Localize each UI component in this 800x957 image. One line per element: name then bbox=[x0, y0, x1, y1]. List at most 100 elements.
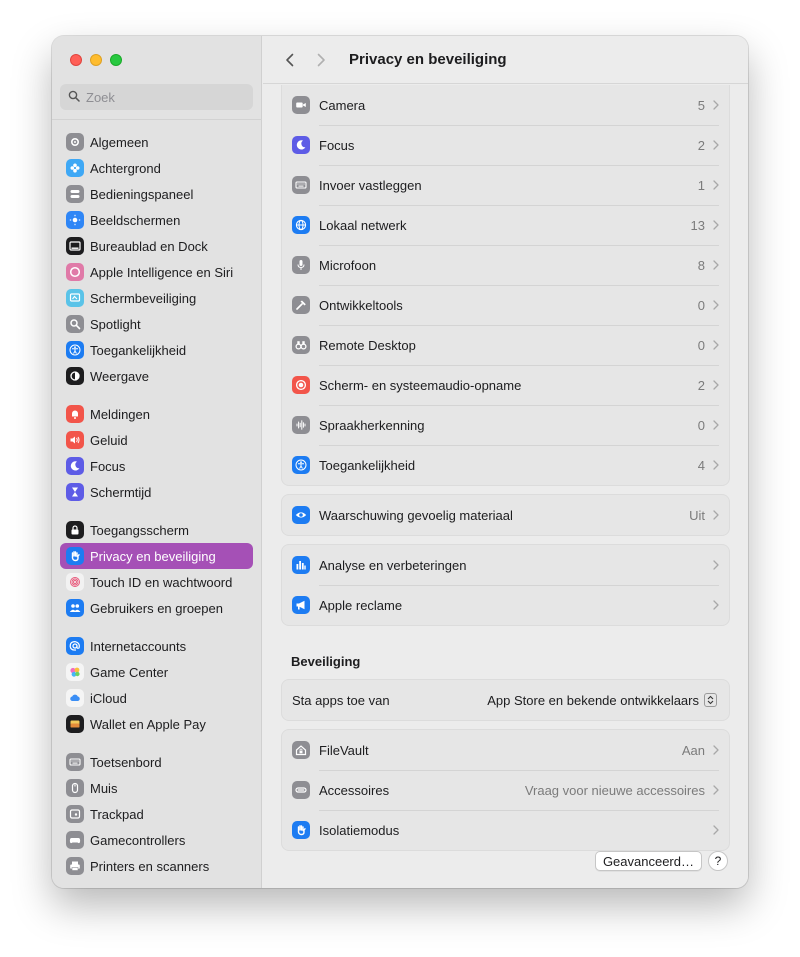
sidebar-item-label: Wallet en Apple Pay bbox=[90, 716, 206, 732]
globe-icon bbox=[292, 216, 310, 234]
sidebar-item-weergave[interactable]: Weergave bbox=[60, 363, 253, 389]
sidebar-item-toegankelijkheid[interactable]: Toegankelijkheid bbox=[60, 337, 253, 363]
row-label: Accessoires bbox=[319, 782, 390, 798]
settings-row-invoer-vastleggen[interactable]: Invoer vastleggen 1 bbox=[282, 165, 729, 205]
sidebar-item-focus[interactable]: Focus bbox=[60, 453, 253, 479]
settings-row-microfoon[interactable]: Microfoon 8 bbox=[282, 245, 729, 285]
sidebar-item-muis[interactable]: Muis bbox=[60, 775, 253, 801]
advanced-button[interactable]: Geavanceerd… bbox=[594, 851, 702, 871]
row-value: 2 bbox=[697, 137, 705, 153]
trackpad-icon bbox=[66, 805, 84, 823]
sidebar-item-bureaublad-en-dock[interactable]: Bureaublad en Dock bbox=[60, 233, 253, 259]
row-value: 8 bbox=[697, 257, 705, 273]
sidebar-item-geluid[interactable]: Geluid bbox=[60, 427, 253, 453]
sidebar-item-label: Geluid bbox=[90, 432, 128, 448]
sidebar-item-label: Gamecontrollers bbox=[90, 832, 186, 848]
settings-row-filevault[interactable]: FileVault Aan bbox=[282, 730, 729, 770]
sidebar-item-gebruikers-en-groepen[interactable]: Gebruikers en groepen bbox=[60, 595, 253, 621]
sidebar-item-achtergrond[interactable]: Achtergrond bbox=[60, 155, 253, 181]
row-value: 13 bbox=[690, 217, 705, 233]
settings-row-camera[interactable]: Camera 5 bbox=[282, 85, 729, 125]
settings-row-ontwikkeltools[interactable]: Ontwikkeltools 0 bbox=[282, 285, 729, 325]
row-label: Toegankelijkheid bbox=[319, 457, 416, 473]
settings-row-accessoires[interactable]: Accessoires Vraag voor nieuwe accessoires bbox=[282, 770, 729, 810]
chevron-right-icon bbox=[713, 825, 719, 835]
chevron-right-icon bbox=[713, 340, 719, 350]
sidebar-item-label: Spotlight bbox=[90, 316, 141, 332]
row-value: Uit bbox=[689, 507, 705, 523]
row-value: 0 bbox=[697, 297, 705, 313]
row-label: Ontwikkeltools bbox=[319, 297, 403, 313]
allow-apps-select[interactable]: App Store en bekende ontwikkelaars bbox=[487, 693, 717, 708]
sidebar-item-label: Toegangsscherm bbox=[90, 522, 189, 538]
sidebar-item-label: Bureaublad en Dock bbox=[90, 238, 208, 254]
security-card: FileVault Aan Accessoires Vraag voor nieuwe… bbox=[281, 729, 730, 851]
settings-row-remote-desktop[interactable]: Remote Desktop 0 bbox=[282, 325, 729, 365]
chevron-right-icon bbox=[713, 380, 719, 390]
settings-row-analyse-en-verbeteringen[interactable]: Analyse en verbeteringen bbox=[282, 545, 729, 585]
settings-row-toegankelijkheid[interactable]: Toegankelijkheid 4 bbox=[282, 445, 729, 485]
search-field[interactable] bbox=[60, 84, 253, 110]
chevron-right-icon bbox=[713, 600, 719, 610]
back-button[interactable] bbox=[279, 50, 299, 70]
row-label: Scherm- en systeemaudio-opname bbox=[319, 377, 522, 393]
row-value: 4 bbox=[697, 457, 705, 473]
search-icon bbox=[68, 90, 80, 105]
sidebar-item-label: Toegankelijkheid bbox=[90, 342, 187, 358]
sidebar-item-trackpad[interactable]: Trackpad bbox=[60, 801, 253, 827]
settings-row-lokaal-netwerk[interactable]: Lokaal netwerk 13 bbox=[282, 205, 729, 245]
settings-row-focus[interactable]: Focus 2 bbox=[282, 125, 729, 165]
sidebar-item-touch-id-en-wachtwoord[interactable]: Touch ID en wachtwoord bbox=[60, 569, 253, 595]
search-input[interactable] bbox=[86, 89, 236, 105]
footer: Geavanceerd… ? bbox=[263, 851, 748, 871]
chevron-right-icon bbox=[713, 260, 719, 270]
sidebar-item-wallet-en-apple-pay[interactable]: Wallet en Apple Pay bbox=[60, 711, 253, 737]
sidebar-item-meldingen[interactable]: Meldingen bbox=[60, 401, 253, 427]
printer-icon bbox=[66, 857, 84, 875]
hand-icon bbox=[66, 547, 84, 565]
page-title: Privacy en beveiliging bbox=[349, 51, 507, 68]
sidebar-item-toegangsscherm[interactable]: Toegangsscherm bbox=[60, 517, 253, 543]
help-button[interactable]: ? bbox=[708, 851, 728, 871]
forward-button[interactable] bbox=[311, 50, 331, 70]
sidebar-item-algemeen[interactable]: Algemeen bbox=[60, 129, 253, 155]
chevron-right-icon bbox=[713, 100, 719, 110]
fingerprint-icon bbox=[66, 573, 84, 591]
sidebar-item-label: Game Center bbox=[90, 664, 169, 680]
chevron-right-icon bbox=[713, 785, 719, 795]
settings-row-spraakherkenning[interactable]: Spraakherkenning 0 bbox=[282, 405, 729, 445]
wallet-icon bbox=[66, 715, 84, 733]
sidebar-item-label: Algemeen bbox=[90, 134, 149, 150]
sidebar-item-label: Achtergrond bbox=[90, 160, 161, 176]
sidebar-item-schermtijd[interactable]: Schermtijd bbox=[60, 479, 253, 505]
minimize-window-button[interactable] bbox=[90, 54, 102, 66]
row-label: Remote Desktop bbox=[319, 337, 416, 353]
sidebar-item-beeldschermen[interactable]: Beeldschermen bbox=[60, 207, 253, 233]
zoom-window-button[interactable] bbox=[110, 54, 122, 66]
sidebar-item-label: Privacy en beveiliging bbox=[90, 548, 216, 564]
sidebar-item-printers-en-scanners[interactable]: Printers en scanners bbox=[60, 853, 253, 879]
sidebar-item-icloud[interactable]: iCloud bbox=[60, 685, 253, 711]
siri-icon bbox=[66, 263, 84, 281]
sidebar-item-privacy-en-beveiliging[interactable]: Privacy en beveiliging bbox=[60, 543, 253, 569]
sidebar-item-schermbeveiliging[interactable]: Schermbeveiliging bbox=[60, 285, 253, 311]
sidebar-item-game-center[interactable]: Game Center bbox=[60, 659, 253, 685]
sidebar-item-bedieningspaneel[interactable]: Bedieningspaneel bbox=[60, 181, 253, 207]
cloud-icon bbox=[66, 689, 84, 707]
sidebar-item-gamecontrollers[interactable]: Gamecontrollers bbox=[60, 827, 253, 853]
eye-icon bbox=[292, 506, 310, 524]
settings-row-scherm-en-systeemaudio-opname[interactable]: Scherm- en systeemaudio-opname 2 bbox=[282, 365, 729, 405]
keyboard-icon bbox=[66, 753, 84, 771]
sidebar-item-apple-intelligence-en-siri[interactable]: Apple Intelligence en Siri bbox=[60, 259, 253, 285]
sidebar-item-toetsenbord[interactable]: Toetsenbord bbox=[60, 749, 253, 775]
settings-row-apple-reclame[interactable]: Apple reclame bbox=[282, 585, 729, 625]
row-label: Camera bbox=[319, 97, 366, 113]
row-label: Apple reclame bbox=[319, 597, 403, 613]
sidebar-item-spotlight[interactable]: Spotlight bbox=[60, 311, 253, 337]
sidebar-item-internetaccounts[interactable]: Internetaccounts bbox=[60, 633, 253, 659]
close-window-button[interactable] bbox=[70, 54, 82, 66]
bell-icon bbox=[66, 405, 84, 423]
flower-icon bbox=[66, 159, 84, 177]
sensitive-content-row[interactable]: Waarschuwing gevoelig materiaal Uit bbox=[282, 495, 729, 535]
settings-row-isolatiemodus[interactable]: Isolatiemodus bbox=[282, 810, 729, 850]
